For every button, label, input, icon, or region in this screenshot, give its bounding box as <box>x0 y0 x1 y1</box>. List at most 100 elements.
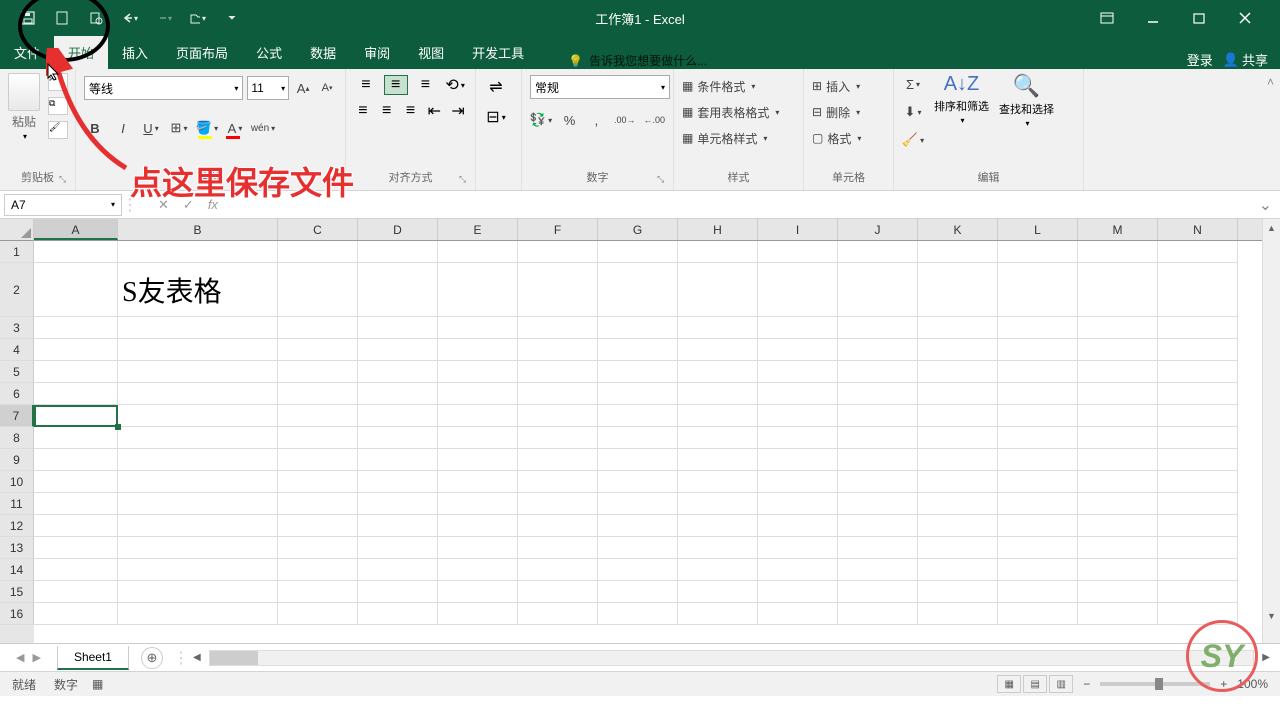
cell[interactable] <box>1158 339 1238 361</box>
cell[interactable] <box>598 471 678 493</box>
cell[interactable] <box>1078 317 1158 339</box>
indent-increase-button[interactable]: ⇥ <box>449 101 467 121</box>
fill-button[interactable]: ⬇▾ <box>902 101 924 123</box>
cell[interactable] <box>758 405 838 427</box>
cell[interactable] <box>1078 537 1158 559</box>
cell[interactable] <box>518 471 598 493</box>
cell[interactable] <box>918 405 998 427</box>
cell[interactable] <box>518 339 598 361</box>
increase-font-button[interactable]: A▴ <box>293 77 313 99</box>
cell[interactable] <box>518 537 598 559</box>
align-right-button[interactable]: ≡ <box>402 101 420 121</box>
cell[interactable] <box>278 559 358 581</box>
format-cells-button[interactable]: ▢格式▾ <box>812 125 885 151</box>
fill-color-button[interactable]: 🪣▾ <box>196 117 218 139</box>
cell[interactable] <box>598 427 678 449</box>
cell[interactable] <box>838 317 918 339</box>
cell[interactable] <box>678 241 758 263</box>
column-header[interactable]: G <box>598 219 678 240</box>
cell[interactable] <box>758 383 838 405</box>
column-header[interactable]: L <box>998 219 1078 240</box>
cell[interactable] <box>518 263 598 317</box>
paste-button[interactable]: 粘贴 ▾ <box>8 73 40 141</box>
cell[interactable] <box>438 427 518 449</box>
cell[interactable] <box>1078 603 1158 625</box>
find-select-button[interactable]: 🔍 查找和选择▾ <box>999 73 1054 151</box>
cell[interactable] <box>438 263 518 317</box>
column-header[interactable]: N <box>1158 219 1238 240</box>
autosum-button[interactable]: Σ▾ <box>902 73 924 95</box>
conditional-format-button[interactable]: ▦条件格式▾ <box>682 73 795 99</box>
cell[interactable] <box>518 405 598 427</box>
cell[interactable] <box>758 515 838 537</box>
cell[interactable] <box>758 361 838 383</box>
cell[interactable] <box>358 339 438 361</box>
cell[interactable] <box>118 515 278 537</box>
cell[interactable] <box>358 405 438 427</box>
cell[interactable] <box>598 405 678 427</box>
redo-icon[interactable]: ▾ <box>156 10 172 26</box>
print-preview-icon[interactable] <box>88 10 104 26</box>
maximize-icon[interactable] <box>1192 11 1206 25</box>
cell[interactable] <box>518 449 598 471</box>
cell[interactable] <box>438 493 518 515</box>
cell[interactable] <box>34 449 118 471</box>
row-header[interactable]: 15 <box>0 581 34 603</box>
cell[interactable] <box>838 405 918 427</box>
row-header[interactable]: 10 <box>0 471 34 493</box>
cell[interactable] <box>358 427 438 449</box>
cell[interactable] <box>1078 581 1158 603</box>
delete-cells-button[interactable]: ⊟删除▾ <box>812 99 885 125</box>
scroll-down-icon[interactable]: ▼ <box>1263 607 1280 625</box>
cell[interactable] <box>838 339 918 361</box>
collapse-ribbon-icon[interactable]: ˄ <box>1261 69 1280 190</box>
column-header[interactable]: C <box>278 219 358 240</box>
cell[interactable] <box>118 559 278 581</box>
cell[interactable] <box>358 603 438 625</box>
row-header[interactable]: 6 <box>0 383 34 405</box>
cell[interactable] <box>678 449 758 471</box>
cell[interactable] <box>1078 241 1158 263</box>
cell[interactable] <box>998 581 1078 603</box>
cell[interactable] <box>438 581 518 603</box>
cell[interactable] <box>518 361 598 383</box>
orientation-button[interactable]: ⟲▾ <box>443 75 467 95</box>
percent-button[interactable]: % <box>560 109 579 131</box>
cell[interactable] <box>278 515 358 537</box>
accounting-button[interactable]: 💱▾ <box>530 109 552 131</box>
cell[interactable] <box>1158 405 1238 427</box>
cell[interactable] <box>1158 537 1238 559</box>
cell[interactable] <box>1078 361 1158 383</box>
cell[interactable] <box>358 581 438 603</box>
column-header[interactable]: I <box>758 219 838 240</box>
decrease-font-button[interactable]: A▾ <box>317 77 337 99</box>
cell[interactable] <box>278 263 358 317</box>
cell[interactable] <box>34 559 118 581</box>
cell[interactable] <box>518 515 598 537</box>
cell[interactable] <box>598 559 678 581</box>
scroll-left-icon[interactable]: ◀ <box>193 652 201 663</box>
cell[interactable] <box>838 449 918 471</box>
cell[interactable] <box>838 383 918 405</box>
macro-record-icon[interactable]: ▦ <box>92 677 103 691</box>
cell[interactable] <box>118 241 278 263</box>
cell[interactable] <box>598 361 678 383</box>
cell[interactable] <box>1158 427 1238 449</box>
cell[interactable] <box>598 383 678 405</box>
cell[interactable] <box>678 427 758 449</box>
cell[interactable] <box>438 537 518 559</box>
align-top-button[interactable]: ≡ <box>354 75 378 95</box>
login-link[interactable]: 登录 <box>1187 50 1213 69</box>
cell[interactable] <box>34 241 118 263</box>
cell[interactable] <box>758 317 838 339</box>
cell[interactable] <box>34 317 118 339</box>
cell[interactable] <box>998 317 1078 339</box>
tab-review[interactable]: 审阅 <box>350 36 404 69</box>
cell[interactable] <box>118 339 278 361</box>
cell[interactable] <box>118 317 278 339</box>
cell[interactable] <box>678 405 758 427</box>
column-header[interactable]: K <box>918 219 998 240</box>
cell[interactable] <box>518 603 598 625</box>
cell[interactable] <box>118 383 278 405</box>
cell[interactable] <box>34 339 118 361</box>
